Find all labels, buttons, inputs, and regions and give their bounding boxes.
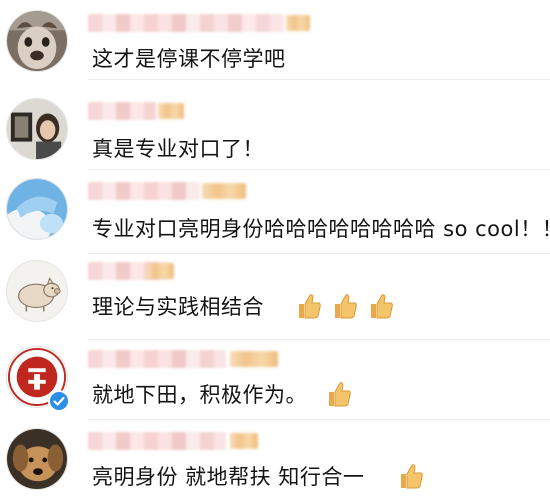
comment-item-3: 专业对口亮明身份哈哈哈哈哈哈哈哈 so cool！！ xyxy=(0,170,550,254)
comment-item-4: 理论与实践相结合 xyxy=(0,254,550,340)
comment-text: 这才是停课不停学吧 xyxy=(92,47,286,71)
avatar-dog-face[interactable] xyxy=(6,10,68,72)
comment-text: 亮明身份 就地帮扶 知行合一 xyxy=(92,465,365,489)
username-blurred[interactable] xyxy=(88,432,226,450)
username-blurred[interactable] xyxy=(88,350,226,368)
verified-badge-icon xyxy=(48,390,70,412)
girl-photo-avatar-image xyxy=(7,99,67,159)
thumbs-up-icon xyxy=(326,380,352,408)
username-blurred[interactable] xyxy=(88,102,156,120)
member-badge-blurred xyxy=(286,15,310,31)
member-badge-blurred xyxy=(158,103,184,119)
comment-text: 就地下田，积极作为。 xyxy=(92,383,307,407)
avatar-dog-photo[interactable] xyxy=(6,428,68,490)
username-blurred[interactable] xyxy=(88,182,200,200)
comment-item-5: 就地下田，积极作为。 xyxy=(0,340,550,420)
thumbs-up-icon xyxy=(368,292,394,320)
comment-item-1: 这才是停课不停学吧 xyxy=(0,0,550,80)
dog-face-avatar-image xyxy=(7,11,67,71)
thumbs-up-icon xyxy=(398,462,424,490)
dog-photo-avatar-image xyxy=(7,429,67,489)
sky-blue-avatar-image xyxy=(7,179,67,239)
member-badge-blurred xyxy=(202,183,246,199)
member-badge-blurred xyxy=(146,263,174,279)
thumbs-up-icon xyxy=(296,292,322,320)
pig-sketch-avatar-image xyxy=(7,261,67,321)
comment-text: 理论与实践相结合 xyxy=(92,295,264,319)
avatar-girl-photo[interactable] xyxy=(6,98,68,160)
comment-text: 真是专业对口了！ xyxy=(92,137,264,161)
member-badge-blurred xyxy=(230,433,258,449)
comment-text: 专业对口亮明身份哈哈哈哈哈哈哈哈 so cool！！ xyxy=(92,217,550,241)
thumbs-up-icon xyxy=(332,292,358,320)
avatar-sky-blue[interactable] xyxy=(6,178,68,240)
comment-item-2: 真是专业对口了！ xyxy=(0,80,550,170)
avatar-pig-sketch[interactable] xyxy=(6,260,68,322)
username-blurred[interactable] xyxy=(88,14,284,32)
comment-list: 这才是停课不停学吧 真是专业对口了！ 专业对口亮明身份哈哈哈哈哈哈哈哈 so c… xyxy=(0,0,550,502)
comment-item-6: 亮明身份 就地帮扶 知行合一 xyxy=(0,420,550,502)
member-badge-blurred xyxy=(230,351,278,367)
